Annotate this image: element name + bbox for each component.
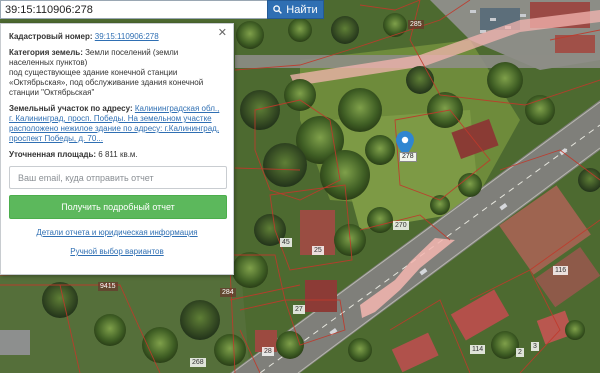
area-row: Уточненная площадь: 6 811 кв.м. bbox=[9, 150, 225, 160]
area-value: 6 811 кв.м. bbox=[98, 150, 138, 159]
parcel-label-45[interactable]: 45 bbox=[280, 238, 292, 247]
cadastral-number-link[interactable]: 39:15:110906:278 bbox=[95, 32, 159, 41]
parcel-label-114[interactable]: 114 bbox=[470, 345, 486, 354]
address-label: Земельный участок по адресу: bbox=[9, 104, 133, 113]
parcel-label-268[interactable]: 268 bbox=[190, 358, 206, 367]
parcel-label-284[interactable]: 284 bbox=[220, 288, 236, 297]
search-bar: Найти bbox=[0, 0, 324, 19]
manual-selection-link[interactable]: Ручной выбор вариантов bbox=[9, 247, 225, 257]
parcel-label-3[interactable]: 3 bbox=[531, 342, 539, 351]
land-category-text-5: станции "Октябрьская" bbox=[9, 88, 95, 97]
address-line-3[interactable]: расположено нежилое здание по адресу: г.… bbox=[9, 124, 219, 133]
get-report-button[interactable]: Получить подробный отчет bbox=[9, 195, 227, 219]
parcel-label-270[interactable]: 270 bbox=[393, 221, 409, 230]
address-line-2[interactable]: г. Калининград, просп. Победы. На земель… bbox=[9, 114, 212, 123]
parcel-label-28[interactable]: 28 bbox=[262, 347, 274, 356]
search-icon bbox=[273, 5, 283, 14]
land-category-text-3: под существующее здание конечной станции bbox=[9, 68, 178, 77]
land-category-label: Категория земель: bbox=[9, 48, 83, 57]
search-button[interactable]: Найти bbox=[267, 0, 324, 19]
cadastral-number-row: Кадастровый номер: 39:15:110906:278 bbox=[9, 32, 225, 42]
parcel-label-27[interactable]: 27 bbox=[293, 305, 305, 314]
address-line-4[interactable]: проспект Победы, д. 70... bbox=[9, 134, 103, 143]
parcel-label-285[interactable]: 285 bbox=[408, 20, 424, 29]
parcel-label-116[interactable]: 116 bbox=[553, 266, 569, 275]
address-row: Земельный участок по адресу: Калининград… bbox=[9, 104, 225, 144]
parcel-info-panel: ✕ Кадастровый номер: 39:15:110906:278 Ка… bbox=[0, 23, 234, 275]
email-field[interactable] bbox=[9, 166, 227, 189]
land-category-row: Категория земель: Земли поселений (земли… bbox=[9, 48, 225, 98]
search-button-label: Найти bbox=[286, 3, 318, 16]
parcel-label-25[interactable]: 25 bbox=[312, 246, 324, 255]
land-category-text-4: «Октябрьская», под обслуживание здания к… bbox=[9, 78, 204, 87]
address-line-1[interactable]: Калининградская обл., bbox=[135, 104, 220, 113]
land-category-text-1: Земли поселений (земли bbox=[85, 48, 179, 57]
cadastral-number-label: Кадастровый номер: bbox=[9, 32, 93, 41]
close-icon[interactable]: ✕ bbox=[218, 28, 227, 39]
report-details-link[interactable]: Детали отчета и юридическая информация bbox=[9, 228, 225, 238]
land-category-text-2: населенных пунктов) bbox=[9, 58, 88, 67]
area-label: Уточненная площадь: bbox=[9, 150, 97, 159]
search-input[interactable] bbox=[0, 0, 267, 19]
parcel-label-2[interactable]: 2 bbox=[516, 348, 524, 357]
parcel-label-9415[interactable]: 9415 bbox=[98, 282, 118, 291]
marker-label: 278 bbox=[399, 152, 417, 162]
